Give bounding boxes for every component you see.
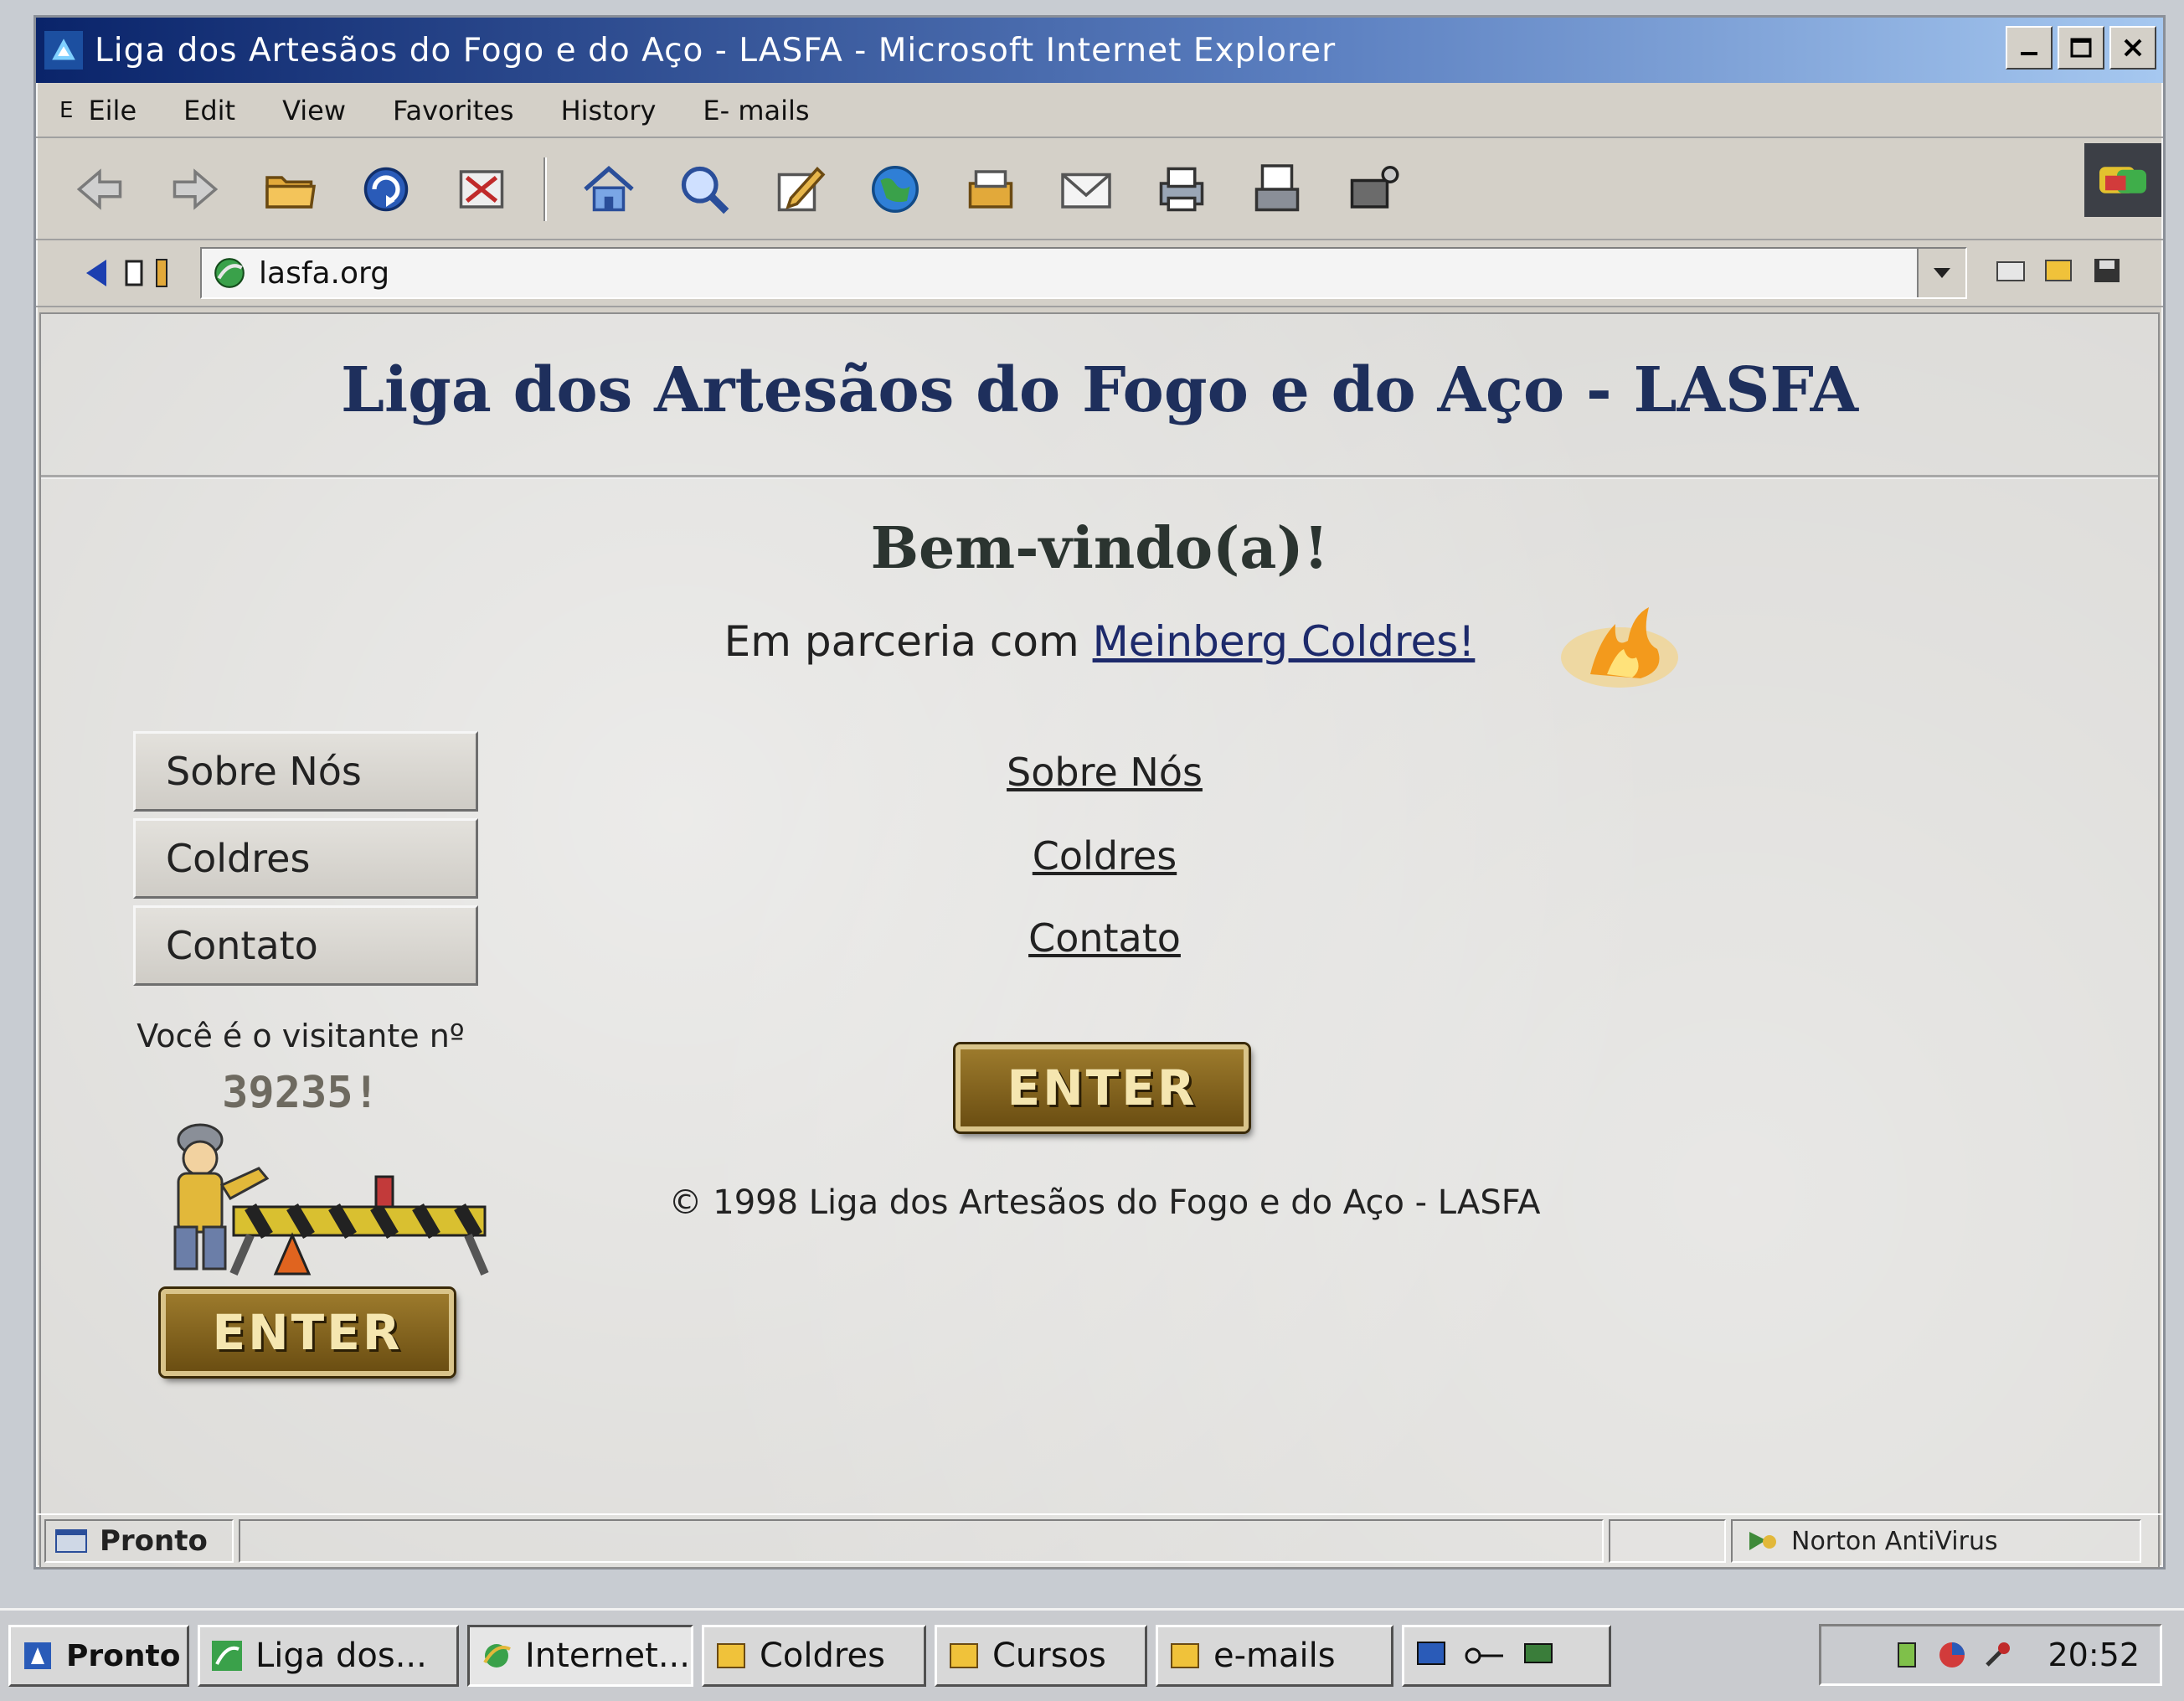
folder-icon[interactable] [1994,255,2027,286]
quick-launch [1402,1625,1611,1687]
menu-file[interactable]: Eile [73,95,160,126]
menu-emails[interactable]: E- mails [679,95,832,126]
task-internet[interactable]: Internet... [467,1625,693,1687]
back-icon[interactable] [66,156,133,223]
link-contato[interactable]: Contato [41,915,2168,961]
key-icon[interactable] [1460,1639,1510,1673]
address-field[interactable]: lasfa.org [200,247,1967,299]
antivirus-label: Norton AntiVirus [1791,1526,1998,1556]
minimize-icon[interactable] [2006,26,2053,70]
address-nav [83,256,200,290]
browser-window: Liga dos Artesãos do Fogo e do Aço - LAS… [33,15,2166,1570]
task-cursos-label: Cursos [992,1637,1106,1675]
back-arrow-icon[interactable] [83,256,116,290]
status-zone [1609,1519,1726,1563]
home-icon[interactable] [575,156,642,223]
ie-icon [212,1641,242,1671]
tools-tray-icon[interactable] [1981,1638,2014,1672]
partner-prefix: Em parceria com [724,617,1093,666]
search-icon[interactable] [671,156,738,223]
enter-button-left[interactable]: ENTER [161,1289,454,1376]
open-folder-icon[interactable] [257,156,324,223]
task-coldres[interactable]: Coldres [702,1625,926,1687]
address-url[interactable]: lasfa.org [259,256,389,291]
globe-icon[interactable] [862,156,929,223]
antivirus-icon [1749,1532,1776,1550]
task-internet-label: Internet... [525,1637,690,1675]
toolbar [36,140,2163,240]
edit-icon[interactable] [766,156,833,223]
enter-button-center[interactable]: ENTER [956,1044,1249,1131]
title-bar: Liga dos Artesãos do Fogo e do Aço - LAS… [36,18,2163,83]
maximize-icon[interactable] [2058,26,2104,70]
network-icon[interactable] [1890,1638,1924,1672]
task-liga-label: Liga dos... [255,1637,427,1675]
monitor-icon[interactable] [1414,1639,1448,1673]
task-cursos[interactable]: Cursos [935,1625,1147,1687]
forward-icon[interactable] [162,156,229,223]
system-tray: 20:52 [1819,1624,2162,1686]
link-coldres[interactable]: Coldres [41,833,2168,879]
task-liga[interactable]: Liga dos... [198,1625,459,1687]
mail-icon[interactable] [1053,156,1120,223]
ie-logo-icon [44,31,83,70]
status-antivirus: Norton AntiVirus [1731,1519,2141,1563]
site-favicon-icon [214,258,245,288]
document-icon[interactable] [1244,156,1311,223]
start-button[interactable]: Pronto [8,1625,189,1687]
folder-icon [717,1643,745,1668]
task-coldres-label: Coldres [760,1637,885,1675]
start-label: Pronto [66,1638,181,1673]
save-icon[interactable] [2091,255,2125,286]
throbber-icon [2084,143,2161,217]
close-icon[interactable] [2109,26,2156,70]
bookmark-icon[interactable] [153,258,170,288]
stop-icon[interactable] [448,156,515,223]
page-content: Liga dos Artesãos do Fogo e do Aço - LAS… [39,312,2160,1569]
window-title: Liga dos Artesãos do Fogo e do Aço - LAS… [95,31,1337,70]
partner-link[interactable]: Meinberg Coldres! [1093,617,1476,666]
screen-icon[interactable] [1522,1639,1555,1673]
menu-glyph: E [59,98,74,123]
status-section: Pronto [44,1519,234,1563]
toolbar-separator [543,157,547,221]
menu-bar: E Eile Edit View Favorites History E- ma… [36,85,2163,138]
menu-favorites[interactable]: Favorites [369,95,538,126]
site-title: Liga dos Artesãos do Fogo e do Aço - LAS… [340,354,1859,426]
status-progress [239,1519,1604,1563]
note-icon[interactable] [2042,255,2076,286]
print-icon[interactable] [1148,156,1215,223]
link-sobre[interactable]: Sobre Nós [41,750,2168,795]
folder-icon [950,1643,978,1668]
taskbar: Pronto Liga dos... Internet... Coldres C… [0,1608,2184,1701]
visitor-counter: 39235! [222,1068,379,1118]
page-status-icon [55,1529,87,1553]
print-tray-icon[interactable] [957,156,1024,223]
copyright-text: © 1998 Liga dos Artesãos do Fogo e do Aç… [668,1183,1541,1222]
welcome-heading: Bem-vindo(a)! [870,515,1329,582]
divider [41,475,2158,479]
status-text: Pronto [100,1524,208,1558]
chevron-down-icon[interactable] [1917,249,1965,297]
tools-icon[interactable] [1339,156,1406,223]
partner-line: Em parceria com Meinberg Coldres! [41,617,2158,666]
task-emails-label: e-mails [1213,1637,1336,1675]
menu-view[interactable]: View [259,95,369,126]
fire-icon [1561,607,1678,688]
menu-history[interactable]: History [538,95,680,126]
address-bar: lasfa.org [36,240,2163,307]
menu-edit[interactable]: Edit [160,95,259,126]
page-icon[interactable] [123,258,147,288]
color-ball-icon[interactable] [1935,1638,1969,1672]
refresh-icon[interactable] [353,156,420,223]
folder-icon [1171,1643,1199,1668]
status-bar: Pronto Norton AntiVirus [36,1513,2163,1567]
clock[interactable]: 20:52 [2048,1637,2140,1673]
start-icon [24,1642,51,1669]
visitor-label: Você é o visitante nº [136,1018,465,1054]
ie-logo-icon [483,1644,511,1667]
task-emails[interactable]: e-mails [1156,1625,1393,1687]
